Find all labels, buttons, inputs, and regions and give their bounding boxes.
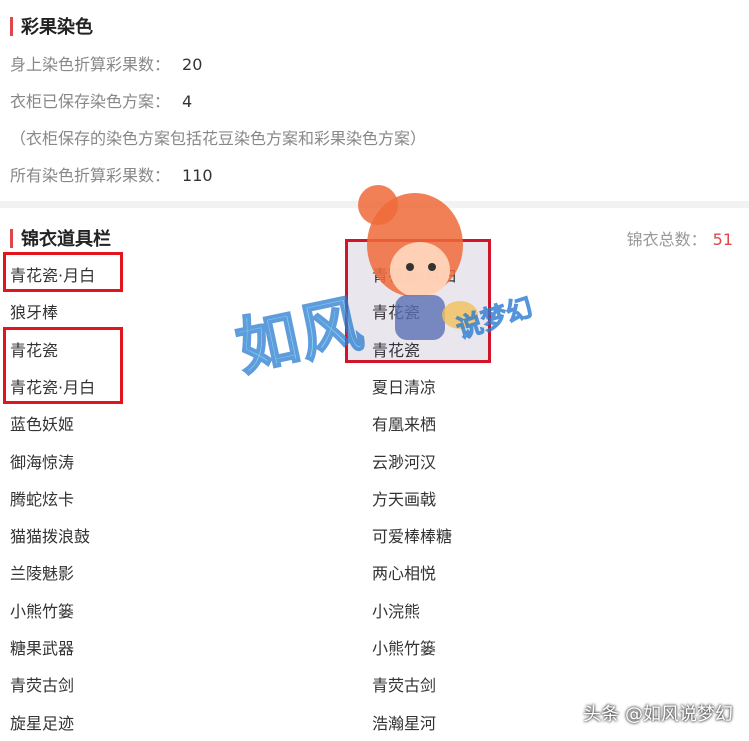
body-dye-label: 身上染色折算彩果数： — [10, 55, 171, 74]
brocade-item: 小浣熊 — [372, 601, 421, 621]
brocade-item: 青荧古剑 — [372, 676, 437, 696]
brocade-item: 方天画戟 — [372, 489, 437, 509]
brocade-item: 可爱棒棒糖 — [372, 527, 453, 547]
title-accent-bar — [10, 16, 13, 36]
title-accent-bar — [10, 228, 13, 248]
brocade-item: 糖果武器 — [10, 639, 75, 658]
total-dye-row: 所有染色折算彩果数： 110 — [10, 162, 213, 186]
brocade-item: 两心相悦 — [372, 564, 437, 584]
watermark-main: 如风 — [229, 285, 371, 385]
brocade-item: 有凰来栖 — [372, 415, 437, 435]
body-dye-value: 20 — [182, 55, 203, 74]
wardrobe-scheme-row: 衣柜已保存染色方案： 4 — [10, 88, 192, 112]
dye-section-title: 彩果染色 — [10, 13, 93, 39]
brocade-item: 浩瀚星河 — [372, 713, 437, 733]
brocade-item: 旋星足迹 — [10, 713, 75, 733]
brocade-total: 锦衣总数： 51 — [627, 226, 733, 250]
total-dye-label: 所有染色折算彩果数： — [10, 166, 171, 185]
brocade-section-title: 锦衣道具栏 — [10, 225, 111, 251]
brocade-item: 青荧古剑 — [10, 676, 75, 696]
body-dye-row: 身上染色折算彩果数： 20 — [10, 51, 202, 75]
author-credit: 头条 @如风说梦幻 — [583, 704, 733, 725]
brocade-item: 小熊竹篓 — [372, 639, 437, 658]
wardrobe-scheme-value: 4 — [182, 92, 193, 111]
brocade-item: 云渺河汉 — [372, 452, 437, 472]
brocade-item: 小熊竹篓 — [10, 601, 75, 621]
total-dye-value: 110 — [182, 166, 213, 185]
brocade-item: 腾蛇炫卡 — [10, 489, 75, 509]
highlight-box — [3, 327, 123, 404]
wardrobe-scheme-label: 衣柜已保存染色方案： — [10, 92, 171, 111]
brocade-item: 御海惊涛 — [10, 452, 75, 472]
brocade-item: 猫猫拨浪鼓 — [10, 527, 91, 547]
brocade-item: 兰陵魅影 — [10, 564, 75, 584]
brocade-section-title-text: 锦衣道具栏 — [21, 229, 111, 250]
brocade-total-value: 51 — [712, 230, 733, 249]
brocade-item: 蓝色妖姬 — [10, 415, 75, 435]
brocade-item: 夏日清凉 — [372, 377, 437, 397]
highlight-box — [3, 252, 123, 292]
wardrobe-note: （衣柜保存的染色方案包括花豆染色方案和彩果染色方案） — [10, 129, 427, 148]
brocade-total-label: 锦衣总数： — [626, 230, 707, 249]
dye-section-title-text: 彩果染色 — [21, 17, 93, 38]
brocade-item: 狼牙棒 — [10, 303, 59, 323]
